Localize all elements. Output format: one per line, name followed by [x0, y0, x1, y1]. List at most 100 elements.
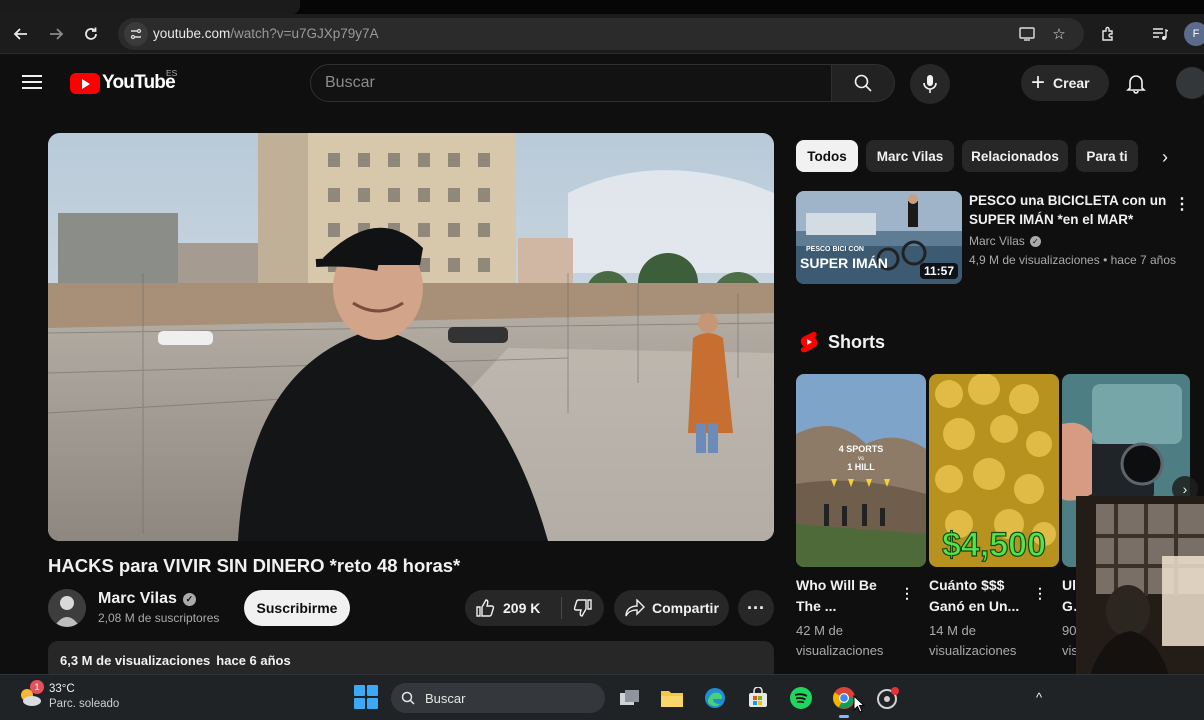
account-avatar[interactable]	[1176, 67, 1204, 99]
guide-menu-button[interactable]	[22, 69, 48, 95]
recording-app-icon[interactable]	[874, 684, 902, 712]
short-2-views-line-2: visualizaciones	[929, 643, 1017, 658]
extensions-icon[interactable]	[1096, 22, 1120, 46]
taskbar-search-label: Buscar	[425, 690, 466, 706]
taskbar-search[interactable]: Buscar	[391, 683, 605, 713]
bookmark-star-icon[interactable]: ☆	[1047, 22, 1071, 46]
thumb-small-text: PESCO BICI CON	[806, 246, 864, 253]
kebab-menu-icon[interactable]: ⋮	[1033, 583, 1047, 603]
country-code: ES	[166, 68, 178, 78]
file-explorer-icon[interactable]	[658, 684, 686, 712]
related-video-channel[interactable]: Marc Vilas ✓	[969, 234, 1041, 248]
short-1-text-3: 1 HILL	[847, 462, 875, 472]
thumbs-up-icon	[476, 599, 495, 617]
share-label: Compartir	[652, 600, 719, 616]
search-placeholder: Buscar	[325, 74, 375, 91]
share-button[interactable]: Compartir	[614, 590, 729, 626]
weather-temperature[interactable]: 33°C	[49, 683, 75, 695]
short-1-image: 4 SPORTS vs 1 HILL	[796, 374, 926, 567]
short-2-title-line-1: Cuánto $$$	[929, 577, 1005, 593]
weather-description[interactable]: Parc. soleado	[49, 698, 119, 710]
channel-name[interactable]: Marc Vilas ✓	[98, 590, 196, 608]
short-title-2[interactable]: Cuánto $$$ Ganó en Un...	[929, 575, 1035, 617]
channel-name-text: Marc Vilas	[98, 590, 177, 607]
video-player[interactable]	[48, 133, 774, 541]
youtube-logo[interactable]: YouTube ES	[70, 68, 178, 95]
verified-check-icon: ✓	[1029, 235, 1041, 247]
media-icon[interactable]	[1148, 22, 1172, 46]
site-info-icon[interactable]	[124, 22, 148, 46]
related-title-line-2: SUPER IMÁN *en el MAR*	[969, 212, 1134, 227]
dislike-button[interactable]	[562, 590, 604, 626]
related-video-thumbnail[interactable]: PESCO BICI CON SUPER IMÁN 11:57	[796, 191, 962, 284]
voice-search-button[interactable]	[910, 64, 950, 104]
search-input[interactable]: Buscar	[310, 64, 832, 102]
short-1-title-line-2: The ...	[796, 598, 837, 614]
chip-para-ti[interactable]: Para ti	[1076, 140, 1138, 172]
chip-todos[interactable]: Todos	[796, 140, 858, 172]
youtube-header: YouTube ES Buscar + Crear	[0, 55, 1204, 111]
video-frame-image	[48, 133, 774, 541]
chip-marc-vilas[interactable]: Marc Vilas	[866, 140, 954, 172]
windows-start-icon[interactable]	[354, 685, 378, 709]
browser-tab[interactable]	[0, 0, 300, 14]
screen: youtube.com/watch?v=u7GJXp79y7A ☆ F YouT…	[0, 0, 1204, 720]
browser-tab-strip	[0, 0, 1204, 14]
reload-icon[interactable]	[79, 22, 103, 46]
create-label: Crear	[1053, 75, 1090, 91]
forward-arrow-icon[interactable]	[44, 22, 68, 46]
shorts-logo-icon	[800, 331, 818, 353]
like-count: 209 K	[503, 600, 541, 616]
short-1-title-line-1: Who Will Be	[796, 577, 877, 593]
tray-chevron-up-icon[interactable]: ^	[1030, 687, 1048, 707]
task-view-icon[interactable]	[616, 684, 644, 712]
short-title-1[interactable]: Who Will Be The ...	[796, 575, 902, 617]
search-icon	[854, 74, 872, 92]
url-path: /watch?v=u7GJXp79y7A	[230, 26, 379, 41]
thumb-big-text: SUPER IMÁN	[800, 255, 888, 271]
upload-age: hace 6 años	[216, 653, 291, 668]
short-1-views-line-2: visualizaciones	[796, 643, 884, 658]
microsoft-store-icon[interactable]	[744, 684, 772, 712]
microphone-icon	[923, 75, 937, 93]
short-thumbnail-2[interactable]: $4,500	[929, 374, 1059, 567]
kebab-menu-icon[interactable]: ⋮	[1174, 192, 1190, 216]
notifications-bell-icon[interactable]	[1124, 71, 1148, 95]
video-title: HACKS para VIVIR SIN DINERO *reto 48 hor…	[48, 555, 461, 576]
url-host: youtube.com	[153, 26, 231, 41]
short-thumbnail-1[interactable]: 4 SPORTS vs 1 HILL	[796, 374, 926, 567]
related-title-line-1: PESCO una BICICLETA con un	[969, 193, 1167, 208]
search-button[interactable]	[832, 64, 895, 102]
related-video-title[interactable]: PESCO una BICICLETA con un SUPER IMÁN *e…	[969, 191, 1169, 229]
search-icon	[401, 691, 415, 705]
short-2-price-text: $4,500	[942, 526, 1046, 564]
short-views-1: 42 M de visualizaciones	[796, 621, 902, 661]
view-count: 6,3 M de visualizaciones	[60, 653, 211, 668]
subscriber-count: 2,08 M de suscriptores	[98, 611, 220, 625]
cast-icon[interactable]	[1015, 22, 1039, 46]
channel-avatar[interactable]	[48, 589, 86, 627]
windows-taskbar: 1 33°C Parc. soleado Buscar ^	[0, 674, 1204, 720]
edge-browser-icon[interactable]	[701, 684, 729, 712]
kebab-menu-icon[interactable]: ⋮	[900, 583, 914, 603]
video-duration: 11:57	[919, 263, 958, 279]
create-button[interactable]: + Crear	[1021, 65, 1109, 101]
short-views-2: 14 M de visualizaciones	[929, 621, 1035, 661]
profile-avatar[interactable]: F	[1184, 22, 1204, 46]
mouse-cursor-icon	[852, 695, 866, 713]
more-actions-button[interactable]: ···	[738, 590, 774, 626]
chevron-right-icon[interactable]: ›	[1152, 144, 1178, 170]
description-meta: 6,3 M de visualizaciones hace 6 años	[60, 653, 291, 668]
address-bar[interactable]: youtube.com/watch?v=u7GJXp79y7A ☆	[118, 18, 1084, 50]
short-1-text-1: 4 SPORTS	[839, 444, 884, 454]
back-arrow-icon[interactable]	[9, 22, 33, 46]
plus-icon: +	[1031, 69, 1046, 96]
spotify-icon[interactable]	[787, 684, 815, 712]
shorts-heading: Shorts	[800, 331, 885, 353]
subscribe-button[interactable]: Suscribirme	[244, 590, 350, 626]
like-button[interactable]: 209 K	[465, 590, 561, 626]
chip-relacionados[interactable]: Relacionados	[962, 140, 1068, 172]
shorts-title: Shorts	[828, 331, 886, 352]
thumbs-down-icon	[573, 599, 592, 617]
short-2-views-line-1: 14 M de	[929, 623, 976, 638]
